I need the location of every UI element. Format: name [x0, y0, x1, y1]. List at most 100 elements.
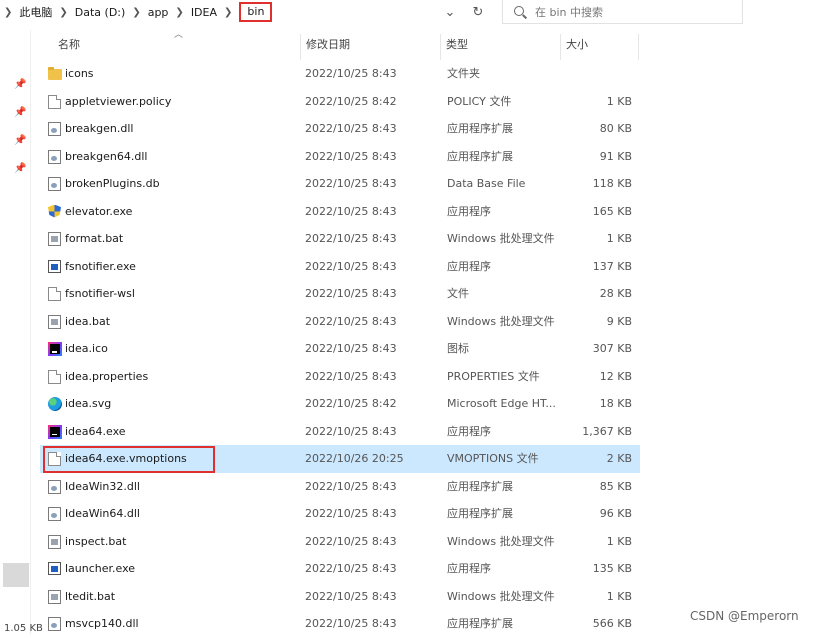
file-row[interactable]: msvcp140.dll 2022/10/25 8:43 应用程序扩展 566 KB — [40, 610, 640, 638]
dll-icon — [48, 122, 61, 136]
file-size: 307 KB — [592, 342, 632, 355]
chevron-right-icon[interactable]: ❯ — [175, 7, 183, 18]
pin-icon[interactable]: 📌 — [14, 108, 26, 118]
file-row[interactable]: idea.bat 2022/10/25 8:43 Windows 批处理文件 9 KB — [40, 308, 640, 336]
chevron-right-icon[interactable]: ❯ — [59, 7, 67, 18]
file-date: 2022/10/25 8:43 — [305, 204, 397, 218]
file-name: breakgen64.dll — [65, 149, 148, 163]
file-size: 96 KB — [599, 507, 632, 520]
file-name: launcher.exe — [65, 562, 136, 575]
file-date: 2022/10/25 8:42 — [305, 94, 397, 108]
file-row[interactable]: icons 2022/10/25 8:43 文件夹 — [40, 60, 640, 88]
file-type: 文件夹 — [447, 67, 480, 80]
address-bar[interactable]: ❯ 此电脑 ❯ Data (D:) ❯ app ❯ IDEA ❯ bin — [0, 0, 500, 24]
file-name: fsnotifier.exe — [65, 259, 136, 273]
breadcrumb-idea[interactable]: IDEA — [191, 6, 217, 19]
search-placeholder[interactable]: 在 bin 中搜索 — [535, 4, 603, 20]
pin-icon[interactable]: 📌 — [14, 164, 26, 174]
file-row[interactable]: inspect.bat 2022/10/25 8:43 Windows 批处理文件 1… — [40, 528, 640, 556]
file-date: 2022/10/26 20:25 — [305, 452, 404, 465]
column-divider[interactable] — [638, 34, 639, 60]
file-date: 2022/10/25 8:43 — [305, 562, 397, 575]
file-date: 2022/10/25 8:43 — [305, 287, 397, 300]
file-size: 91 KB — [599, 149, 632, 163]
file-name: IdeaWin64.dll — [65, 507, 140, 520]
file-row[interactable]: brokenPlugins.db 2022/10/25 8:43 Data Base… — [40, 170, 640, 198]
exe-icon — [48, 562, 61, 575]
dll-icon — [48, 617, 61, 631]
pin-icon[interactable]: 📌 — [14, 136, 26, 146]
file-row[interactable]: fsnotifier.exe 2022/10/25 8:43 应用程序 137 KB — [40, 253, 640, 281]
file-size: 1 KB — [606, 94, 632, 108]
file-icon — [48, 452, 61, 466]
file-name: idea.svg — [65, 397, 112, 410]
breadcrumb-app[interactable]: app — [148, 6, 169, 19]
chevron-right-icon[interactable]: ❯ — [132, 7, 140, 18]
file-row[interactable]: idea.properties 2022/10/25 8:43 PROPERTIES… — [40, 363, 640, 391]
file-size: 85 KB — [599, 479, 632, 493]
file-row[interactable]: idea.ico 2022/10/25 8:43 图标 307 KB — [40, 335, 640, 363]
chevron-right-icon[interactable]: ❯ — [4, 7, 12, 18]
exe-icon — [48, 259, 61, 273]
idea-icon — [48, 342, 62, 356]
file-date: 2022/10/25 8:43 — [305, 149, 397, 163]
file-size: 1 KB — [606, 534, 632, 548]
file-row[interactable]: IdeaWin64.dll 2022/10/25 8:43 应用程序扩展 96 KB — [40, 500, 640, 528]
file-row[interactable]: idea64.exe.vmoptions 2022/10/26 20:25 VMOP… — [40, 445, 640, 473]
file-size: 1 KB — [606, 589, 632, 603]
dll-icon — [48, 149, 61, 164]
status-selection-size: 1.05 KB — [4, 623, 43, 634]
watermark: CSDN @Emperorn — [690, 609, 799, 623]
chevron-right-icon[interactable]: ❯ — [224, 7, 232, 18]
nav-selected-item[interactable] — [3, 563, 29, 587]
refresh-icon[interactable]: ↻ — [466, 0, 490, 24]
file-name: idea.properties — [65, 369, 149, 383]
bat-icon — [48, 534, 61, 549]
file-date: 2022/10/25 8:43 — [305, 342, 397, 355]
bat-icon — [48, 314, 61, 329]
file-date: 2022/10/25 8:43 — [305, 534, 397, 548]
file-date: 2022/10/25 8:43 — [305, 314, 397, 328]
file-name: breakgen.dll — [65, 122, 134, 135]
file-row[interactable]: idea.svg 2022/10/25 8:42 Microsoft Edge HT… — [40, 390, 640, 418]
file-name: IdeaWin32.dll — [65, 479, 140, 493]
column-name[interactable]: 名称 — [52, 30, 300, 60]
file-row[interactable]: idea64.exe 2022/10/25 8:43 应用程序 1,367 KB — [40, 418, 640, 446]
chevron-down-icon[interactable]: ⌄ — [438, 0, 462, 24]
column-size[interactable]: 大小 — [560, 30, 638, 60]
breadcrumb-this-pc[interactable]: 此电脑 — [19, 4, 52, 20]
file-row[interactable]: ltedit.bat 2022/10/25 8:43 Windows 批处理文件 1 … — [40, 583, 640, 611]
file-row[interactable]: appletviewer.policy 2022/10/25 8:42 POLICY… — [40, 88, 640, 116]
file-row[interactable]: IdeaWin32.dll 2022/10/25 8:43 应用程序扩展 85 KB — [40, 473, 640, 501]
file-size: 12 KB — [599, 369, 632, 383]
file-size: 28 KB — [599, 287, 632, 300]
file-icon — [48, 287, 61, 301]
file-name: idea.ico — [65, 342, 108, 355]
bat-icon — [48, 589, 61, 604]
pin-icon[interactable]: 📌 — [14, 80, 26, 90]
navigation-pane[interactable]: 📌 📌 📌 📌 — [0, 30, 31, 635]
file-size: 1 KB — [606, 232, 632, 245]
file-row[interactable]: breakgen.dll 2022/10/25 8:43 应用程序扩展 80 KB — [40, 115, 640, 143]
file-row[interactable]: format.bat 2022/10/25 8:43 Windows 批处理文件 1 … — [40, 225, 640, 253]
file-date: 2022/10/25 8:43 — [305, 424, 397, 438]
breadcrumb-data-drive[interactable]: Data (D:) — [75, 6, 126, 19]
bat-icon — [48, 232, 61, 246]
file-row[interactable]: breakgen64.dll 2022/10/25 8:43 应用程序扩展 91 KB — [40, 143, 640, 171]
file-row[interactable]: fsnotifier-wsl 2022/10/25 8:43 文件 28 KB — [40, 280, 640, 308]
file-date: 2022/10/25 8:43 — [305, 369, 397, 383]
column-date[interactable]: 修改日期 — [300, 30, 440, 60]
file-date: 2022/10/25 8:42 — [305, 397, 397, 410]
file-row[interactable]: elevator.exe 2022/10/25 8:43 应用程序 165 KB — [40, 198, 640, 226]
file-size: 1,367 KB — [582, 424, 632, 438]
column-type[interactable]: 类型 — [440, 30, 560, 60]
file-name: inspect.bat — [65, 534, 127, 548]
dll-icon — [48, 507, 61, 521]
file-name: ltedit.bat — [65, 589, 116, 603]
breadcrumb-bin[interactable]: bin — [239, 2, 273, 22]
file-name: icons — [65, 67, 94, 80]
file-row[interactable]: launcher.exe 2022/10/25 8:43 应用程序 135 KB — [40, 555, 640, 583]
search-box[interactable]: 在 bin 中搜索 — [502, 0, 743, 24]
file-name: idea64.exe.vmoptions — [65, 452, 187, 465]
file-date: 2022/10/25 8:43 — [305, 589, 397, 603]
